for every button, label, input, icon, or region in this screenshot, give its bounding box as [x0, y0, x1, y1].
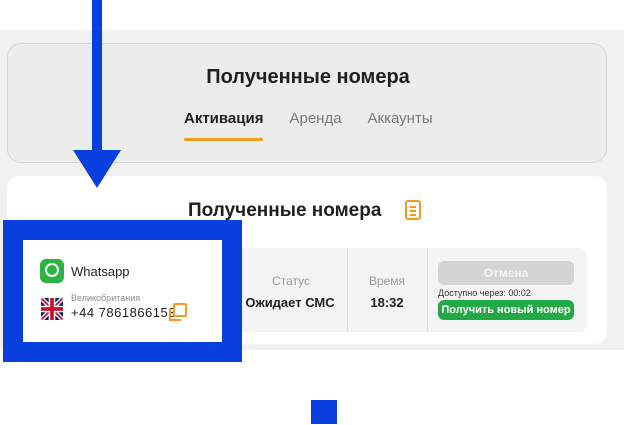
tab-accounts[interactable]: Аккаунты: [368, 109, 433, 141]
copy-icon[interactable]: [169, 303, 187, 321]
time-label: Время: [368, 274, 406, 288]
time-value: 18:32: [370, 295, 404, 310]
annotation-arrow-head: [73, 150, 121, 188]
status-value: Ожидает СМС: [245, 295, 335, 310]
annotation-square: [311, 400, 337, 424]
cancel-button[interactable]: Отмена: [438, 261, 574, 285]
orders-title: Полученные номера: [188, 200, 382, 221]
column-divider: [427, 248, 428, 332]
country-name: Великобритания: [71, 293, 141, 303]
get-new-number-button[interactable]: Получить новый номер: [438, 300, 574, 320]
status-label: Статус: [272, 274, 310, 288]
uk-flag-icon: [41, 298, 63, 320]
column-divider: [347, 248, 348, 332]
available-timer: Доступно через: 00:02: [438, 288, 531, 298]
document-icon[interactable]: [405, 200, 421, 220]
tab-bar: Активация Аренда Аккаунты: [184, 109, 433, 143]
annotation-highlight-box: [3, 220, 242, 362]
whatsapp-icon: [40, 259, 64, 283]
annotation-arrow-shaft: [92, 0, 102, 152]
tab-rent[interactable]: Аренда: [289, 109, 341, 141]
tab-activation[interactable]: Активация: [184, 109, 264, 141]
service-name: Whatsapp: [71, 264, 130, 279]
phone-number: +44 7861866153: [71, 305, 176, 320]
